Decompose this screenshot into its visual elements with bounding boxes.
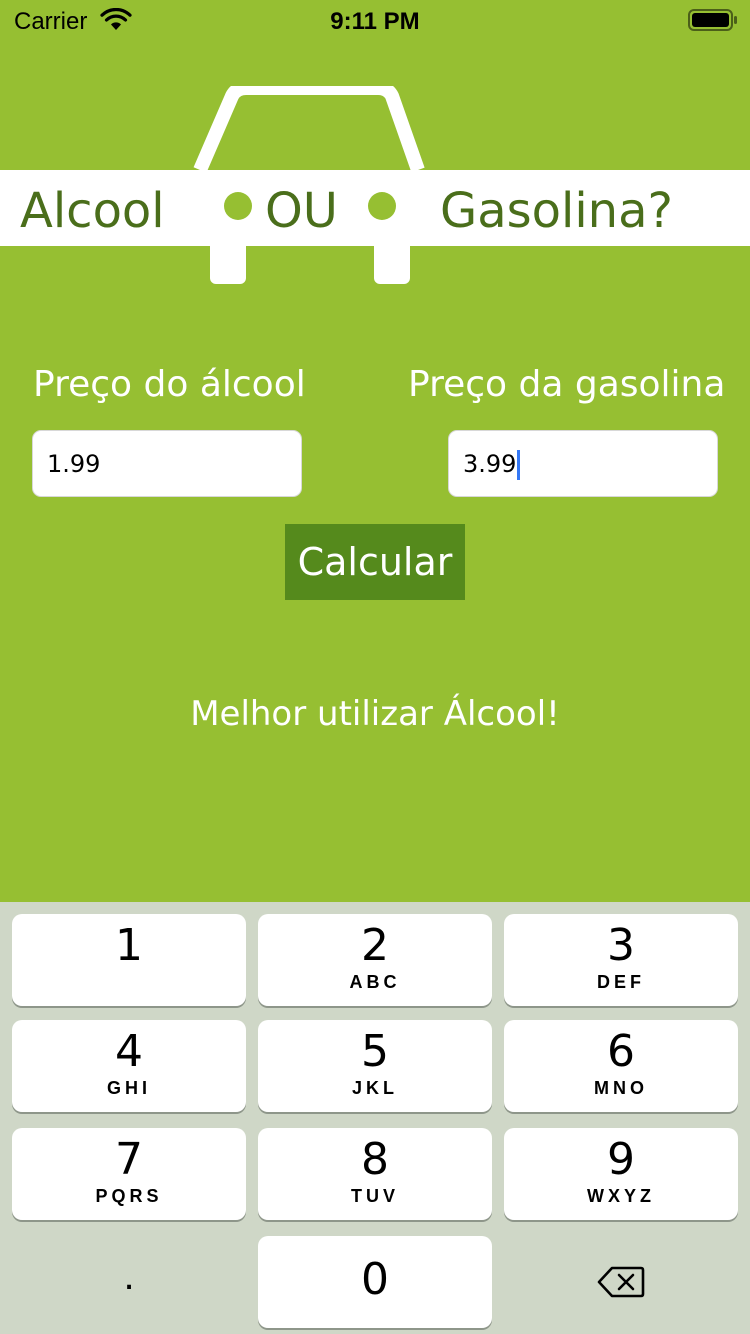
key-digit: 8 [361,1134,389,1185]
key-letters: GHI [106,1078,151,1098]
key-digit: 1 [115,920,143,971]
key-letters: TUV [351,1186,399,1206]
key-digit: 4 [115,1026,143,1077]
key-letters: MNO [594,1078,648,1098]
key-letters: WXYZ [587,1186,655,1206]
backspace-key[interactable] [504,1236,738,1328]
key-3[interactable]: 3 DEF [504,914,738,1006]
key-letters: PQRS [95,1186,163,1206]
logo-word-gasolina: Gasolina? [440,183,673,239]
battery-icon [688,9,737,31]
key-0[interactable]: 0 [258,1236,492,1328]
alcool-price-value: 1.99 [47,450,101,478]
key-1[interactable]: 1 [12,914,246,1006]
key-digit: 7 [115,1134,143,1185]
status-bar: Carrier 9:11 PM [0,0,750,40]
key-digit: 9 [607,1134,635,1185]
key-6[interactable]: 6 MNO [504,1020,738,1112]
key-letters: DEF [597,972,645,992]
key-2[interactable]: 2 ABC [258,914,492,1006]
app-logo: Alcool OU Gasolina? [0,86,750,286]
logo-word-alcool: Alcool [20,183,165,239]
key-5[interactable]: 5 JKL [258,1020,492,1112]
result-text: Melhor utilizar Álcool! [190,694,560,734]
backspace-icon [597,1266,645,1298]
calculate-button[interactable]: Calcular [285,524,465,600]
text-cursor [517,450,521,480]
key-digit: 3 [607,920,635,971]
key-8[interactable]: 8 TUV [258,1128,492,1220]
gasolina-price-field[interactable]: 3.99 [448,430,718,497]
alcool-price-field[interactable]: 1.99 [32,430,302,497]
clock: 9:11 PM [330,8,420,35]
key-digit: 6 [607,1026,635,1077]
key-digit: 5 [361,1026,389,1077]
key-decimal-point[interactable]: . [12,1236,246,1328]
numeric-keypad: 1 2 ABC 3 DEF 4 GHI 5 JKL 6 MNO 7 PQRS 8… [0,902,750,1334]
key-letters: JKL [351,1078,398,1098]
key-digit: 0 [361,1254,389,1305]
key-9[interactable]: 9 WXYZ [504,1128,738,1220]
key-digit: 2 [361,920,389,971]
gasolina-price-value: 3.99 [463,450,517,478]
gasolina-price-label: Preço da gasolina [408,364,726,405]
key-letters: ABC [349,972,401,992]
logo-word-ou: OU [265,183,338,239]
alcool-price-label: Preço do álcool [33,364,306,405]
key-4[interactable]: 4 GHI [12,1020,246,1112]
key-7[interactable]: 7 PQRS [12,1128,246,1220]
